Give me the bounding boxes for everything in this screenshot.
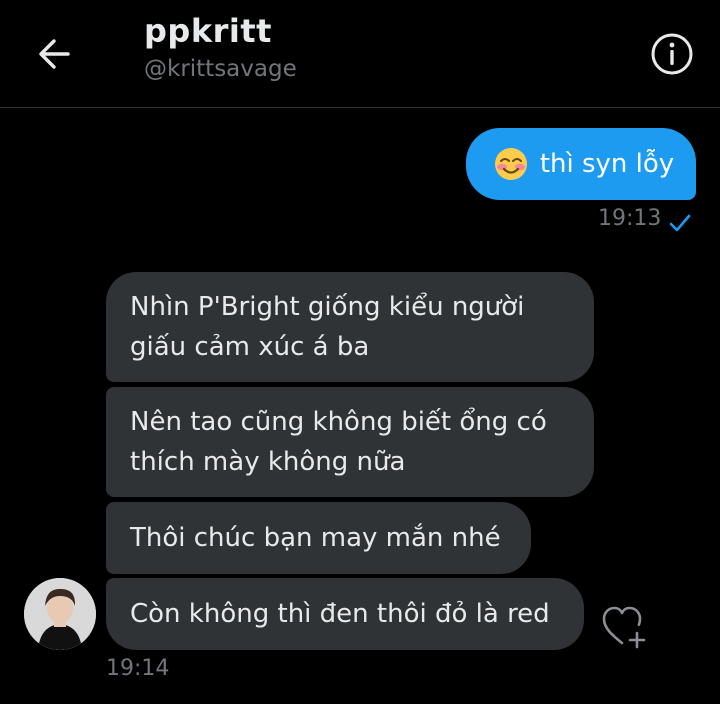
info-button[interactable]	[648, 30, 696, 78]
conversation-title: ppkritt	[144, 12, 272, 50]
received-message-bubble[interactable]: Nhìn P'Bright giống kiểu người giấu cảm …	[106, 272, 594, 382]
react-button[interactable]	[600, 603, 650, 653]
info-circle-icon	[651, 33, 693, 75]
smiling-face-with-blush-icon	[494, 148, 527, 180]
sent-message-text: thì syn lỗy	[539, 149, 675, 179]
conversation-handle: @krittsavage	[144, 56, 297, 82]
sent-message-time: 19:13	[598, 206, 662, 231]
received-message-bubble[interactable]: Thôi chúc bạn may mắn nhé	[106, 502, 531, 574]
check-icon	[669, 214, 691, 232]
heart-plus-icon	[602, 606, 646, 649]
received-message-text: Còn không thì đen thôi đỏ là red	[130, 599, 550, 629]
conversation-header: ppkritt @krittsavage	[0, 0, 720, 108]
received-message-text: Nên tao cũng không biết ổng có thích mày…	[130, 407, 547, 477]
sender-avatar[interactable]	[24, 578, 96, 650]
received-message-text: Thôi chúc bạn may mắn nhé	[130, 523, 501, 553]
received-message-bubble[interactable]: Còn không thì đen thôi đỏ là red	[106, 578, 584, 650]
arrow-left-icon	[39, 39, 70, 69]
received-message-bubble[interactable]: Nên tao cũng không biết ổng có thích mày…	[106, 387, 594, 497]
received-message-text: Nhìn P'Bright giống kiểu người giấu cảm …	[130, 292, 525, 362]
avatar-photo	[24, 578, 96, 650]
received-message-time: 19:14	[106, 656, 170, 681]
sent-message-bubble[interactable]: thì syn lỗy	[466, 128, 696, 200]
back-button[interactable]	[32, 32, 76, 76]
